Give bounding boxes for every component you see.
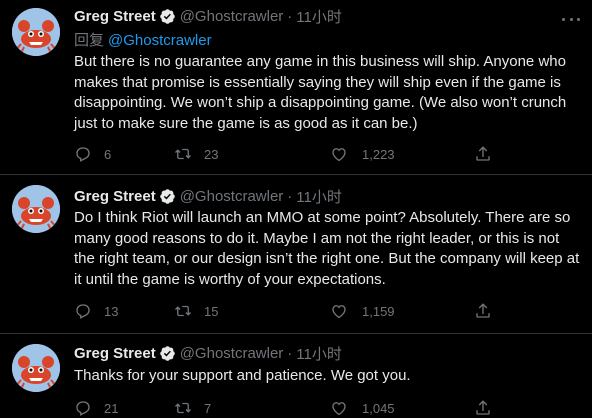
verified-badge-icon [159,188,176,205]
author-handle[interactable]: @Ghostcrawler [180,8,284,25]
reply-button[interactable]: 6 [74,144,111,164]
retweet-count: 23 [204,146,219,162]
verified-badge-icon [159,345,176,362]
tweet-actions: 6 23 1,223 [74,144,514,164]
timestamp[interactable]: 11小时 [296,186,342,207]
reply-to-link[interactable]: @Ghostcrawler [108,32,212,49]
share-icon [476,303,490,318]
like-button[interactable]: 1,159 [330,301,395,321]
tweet-1[interactable]: Greg Street @Ghostcrawler · 11小时 回复 @Ghos… [0,0,592,174]
author-handle[interactable]: @Ghostcrawler [180,188,284,205]
tweet-header: Greg Street @Ghostcrawler · 11小时 [74,343,342,363]
tweet-header: Greg Street @Ghostcrawler · 11小时 [74,186,342,206]
separator-dot: · [287,187,293,205]
tweet-3[interactable]: Greg Street @Ghostcrawler · 11小时 Thanks … [0,334,592,418]
avatar[interactable] [12,8,60,56]
author-name[interactable]: Greg Street [74,188,156,205]
reply-prefix: 回复 [74,32,105,49]
author-name[interactable]: Greg Street [74,345,156,362]
reply-icon [76,304,90,319]
tweet-header: Greg Street @Ghostcrawler · 11小时 [74,6,342,26]
reply-count: 6 [104,146,112,162]
like-button[interactable]: 1,045 [330,398,395,418]
avatar-crab-image [12,344,60,392]
reply-icon [76,147,90,162]
avatar-crab-image [12,185,60,233]
retweet-count: 7 [204,400,212,416]
avatar[interactable] [12,185,60,233]
reply-count: 21 [104,400,119,416]
like-count: 1,159 [362,303,395,319]
share-button[interactable] [474,398,492,418]
separator-dot: · [287,344,293,362]
share-icon [476,146,490,161]
tweet-text: Thanks for your support and patience. We… [74,367,411,384]
like-count: 1,223 [362,146,395,162]
like-icon [332,402,346,416]
tweet-actions: 13 15 1,159 [74,301,514,321]
more-icon[interactable] [562,10,580,28]
tweet-text: But there is no guarantee any game in th… [74,53,567,132]
like-icon [332,305,346,319]
verified-badge-icon [159,8,176,25]
retweet-icon [175,305,191,317]
retweet-button[interactable]: 7 [174,398,211,418]
timestamp[interactable]: 11小时 [296,6,342,27]
tweet-2[interactable]: Greg Street @Ghostcrawler · 11小时 Do I th… [0,175,592,334]
reply-context: 回复 @Ghostcrawler [74,29,212,50]
reply-icon [76,401,90,416]
avatar[interactable] [12,344,60,392]
retweet-button[interactable]: 23 [174,144,218,164]
retweet-icon [175,402,191,414]
avatar-crab-image [12,8,60,56]
retweet-icon [175,148,191,160]
reply-count: 13 [104,303,119,319]
author-handle[interactable]: @Ghostcrawler [180,345,284,362]
separator-dot: · [287,7,293,25]
like-count: 1,045 [362,400,395,416]
reply-button[interactable]: 13 [74,301,118,321]
author-name[interactable]: Greg Street [74,8,156,25]
like-button[interactable]: 1,223 [330,144,395,164]
like-icon [332,148,346,162]
retweet-button[interactable]: 15 [174,301,218,321]
retweet-count: 15 [204,303,219,319]
reply-button[interactable]: 21 [74,398,118,418]
share-button[interactable] [474,144,492,164]
timestamp[interactable]: 11小时 [296,343,342,364]
tweet-text: Do I think Riot will launch an MMO at so… [74,209,580,288]
share-icon [476,400,490,415]
tweet-actions: 21 7 1,045 [74,398,514,418]
share-button[interactable] [474,301,492,321]
